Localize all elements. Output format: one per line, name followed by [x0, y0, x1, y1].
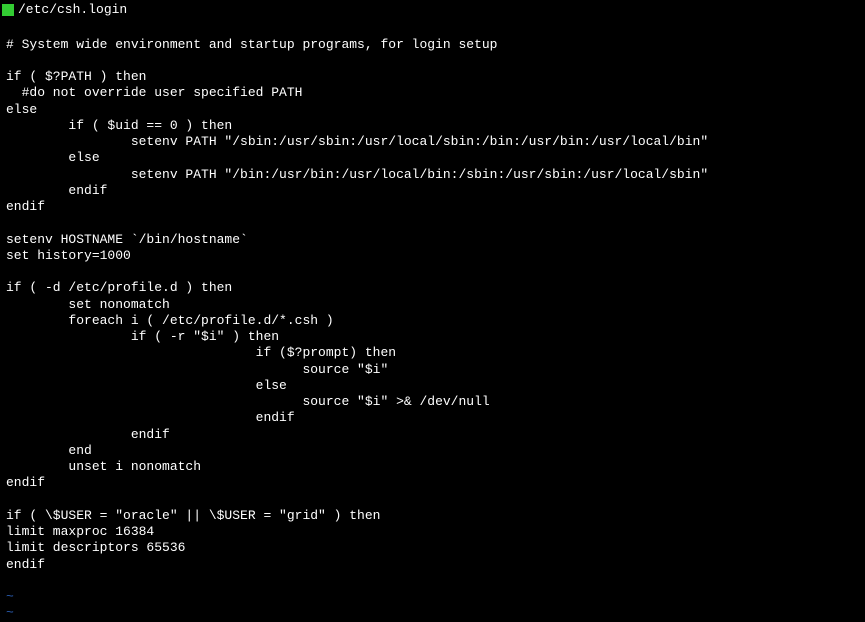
- file-path-title: /etc/csh.login: [18, 2, 127, 18]
- code-line: [6, 492, 865, 508]
- code-line: if ($?prompt) then: [6, 345, 865, 361]
- empty-line-marker: ~: [6, 605, 865, 621]
- code-line: if ( -r "$i" ) then: [6, 329, 865, 345]
- code-line: if ( -d /etc/profile.d ) then: [6, 280, 865, 296]
- code-line: # System wide environment and startup pr…: [6, 37, 865, 53]
- code-line: else: [6, 102, 865, 118]
- code-line: source "$i": [6, 362, 865, 378]
- code-line: limit descriptors 65536: [6, 540, 865, 556]
- code-line: if ( $uid == 0 ) then: [6, 118, 865, 134]
- code-line: setenv PATH "/bin:/usr/bin:/usr/local/bi…: [6, 167, 865, 183]
- code-line: endif: [6, 410, 865, 426]
- code-line: unset i nonomatch: [6, 459, 865, 475]
- code-line: [6, 264, 865, 280]
- code-line: source "$i" >& /dev/null: [6, 394, 865, 410]
- code-line: endif: [6, 199, 865, 215]
- code-line: limit maxproc 16384: [6, 524, 865, 540]
- code-line: [6, 53, 865, 69]
- code-line: set history=1000: [6, 248, 865, 264]
- code-line: else: [6, 378, 865, 394]
- code-line: endif: [6, 183, 865, 199]
- editor-content[interactable]: # System wide environment and startup pr…: [0, 18, 865, 621]
- code-line: endif: [6, 427, 865, 443]
- code-line: else: [6, 150, 865, 166]
- code-line: [6, 20, 865, 36]
- code-line: if ( \$USER = "oracle" || \$USER = "grid…: [6, 508, 865, 524]
- code-line: if ( $?PATH ) then: [6, 69, 865, 85]
- code-line: #do not override user specified PATH: [6, 85, 865, 101]
- code-line: set nonomatch: [6, 297, 865, 313]
- code-line: endif: [6, 475, 865, 491]
- code-line: [6, 573, 865, 589]
- code-line: end: [6, 443, 865, 459]
- code-line: setenv PATH "/sbin:/usr/sbin:/usr/local/…: [6, 134, 865, 150]
- code-line: foreach i ( /etc/profile.d/*.csh ): [6, 313, 865, 329]
- title-bar: /etc/csh.login: [0, 2, 865, 18]
- terminal-icon: [2, 4, 14, 16]
- code-line: [6, 215, 865, 231]
- empty-line-marker: ~: [6, 589, 865, 605]
- code-line: setenv HOSTNAME `/bin/hostname`: [6, 232, 865, 248]
